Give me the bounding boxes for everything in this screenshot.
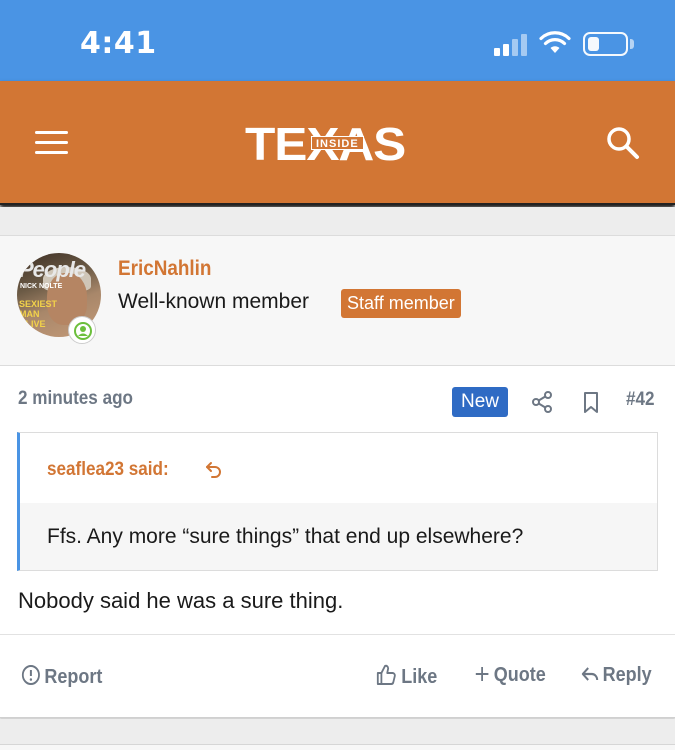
status-bar: 4:41 (0, 0, 675, 81)
plus-icon (475, 667, 489, 681)
thumbs-up-icon (376, 664, 396, 685)
page-gap (0, 207, 675, 235)
search-icon[interactable] (605, 125, 641, 161)
like-button[interactable]: Like (376, 664, 437, 689)
wifi-icon (539, 31, 571, 53)
quote-label: Quote (493, 664, 546, 686)
user-online-icon (68, 316, 96, 344)
reply-button[interactable]: Reply (581, 664, 652, 687)
report-label: Report (44, 666, 103, 688)
quote-button[interactable]: Quote (474, 664, 546, 687)
quote-author[interactable]: seaflea23 said: (47, 459, 169, 481)
post-user-block: People NICK NOLTE SEXIEST MAN ALIVE (0, 235, 675, 366)
next-post-edge (0, 744, 675, 750)
jump-to-quote-icon[interactable] (205, 460, 223, 478)
share-icon[interactable] (531, 390, 553, 414)
quote-block: seaflea23 said: Ffs. Any more “sure thin… (17, 432, 658, 571)
new-badge: New (452, 387, 508, 417)
like-label: Like (401, 666, 438, 688)
staff-badge: Staff member (341, 289, 461, 318)
reply-label: Reply (602, 664, 652, 686)
post-number-link[interactable]: #42 (626, 389, 655, 411)
report-icon (21, 665, 40, 685)
battery-tip (630, 39, 634, 49)
bookmark-icon[interactable] (581, 391, 601, 415)
battery-icon (583, 32, 628, 56)
reply-icon (581, 667, 599, 681)
quote-text: Ffs. Any more “sure things” that end up … (47, 525, 524, 548)
avatar-magazine-title: People (19, 257, 86, 282)
quote-body: Ffs. Any more “sure things” that end up … (20, 503, 657, 570)
post-body-text: Nobody said he was a sure thing. (18, 588, 344, 613)
post-username[interactable]: EricNahlin (118, 257, 211, 281)
avatar-side-text: SEXIEST MAN ALIVE (19, 299, 58, 329)
site-logo[interactable]: TEXAS INSIDE (245, 121, 441, 167)
avatar-subtext: NICK NOLTE (20, 283, 63, 290)
status-time: 4:41 (80, 26, 157, 61)
quote-header: seaflea23 said: (20, 433, 657, 503)
user-title: Well-known member (118, 290, 309, 313)
logo-inner-text: INSIDE (311, 136, 364, 150)
hamburger-menu-icon[interactable] (35, 131, 68, 155)
cellular-signal-icon (494, 32, 528, 56)
post-timestamp[interactable]: 2 minutes ago (18, 388, 133, 410)
app-header: TEXAS INSIDE (0, 81, 675, 205)
report-button[interactable]: Report (21, 664, 102, 689)
